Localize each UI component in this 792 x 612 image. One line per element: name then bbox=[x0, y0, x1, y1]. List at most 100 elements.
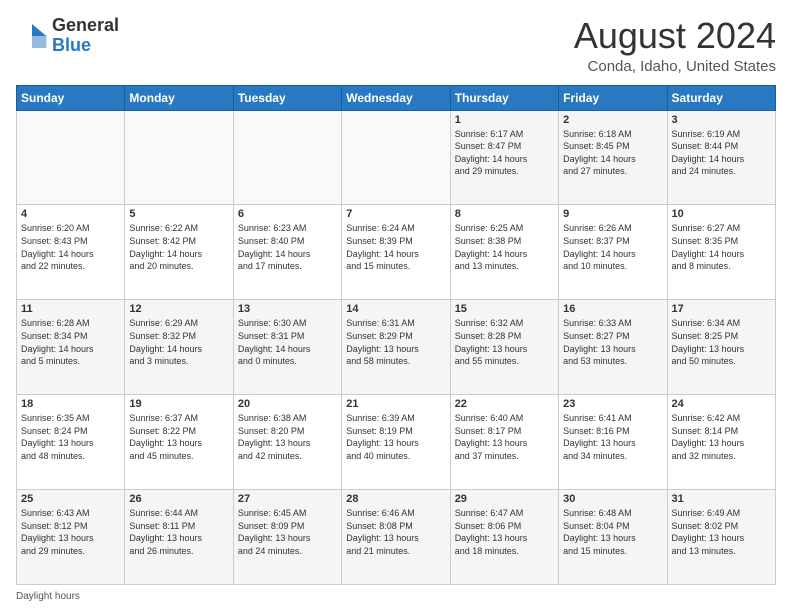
day-number: 26 bbox=[129, 493, 228, 505]
calendar-week-1: 1 Sunrise: 6:17 AMSunset: 8:47 PMDaylight… bbox=[17, 110, 776, 205]
main-title: August 2024 bbox=[574, 16, 776, 56]
col-saturday: Saturday bbox=[667, 85, 775, 110]
col-thursday: Thursday bbox=[450, 85, 558, 110]
logo: General Blue bbox=[16, 16, 119, 56]
day-number: 25 bbox=[21, 493, 120, 505]
calendar-cell: 25 Sunrise: 6:43 AMSunset: 8:12 PMDayligh… bbox=[17, 490, 125, 585]
day-info: Sunrise: 6:39 AMSunset: 8:19 PMDaylight:… bbox=[346, 412, 445, 462]
day-info: Sunrise: 6:23 AMSunset: 8:40 PMDaylight:… bbox=[238, 222, 337, 272]
calendar-week-2: 4 Sunrise: 6:20 AMSunset: 8:43 PMDaylight… bbox=[17, 205, 776, 300]
day-info: Sunrise: 6:18 AMSunset: 8:45 PMDaylight:… bbox=[563, 128, 662, 178]
day-number: 2 bbox=[563, 114, 662, 126]
calendar-week-5: 25 Sunrise: 6:43 AMSunset: 8:12 PMDayligh… bbox=[17, 490, 776, 585]
day-info: Sunrise: 6:27 AMSunset: 8:35 PMDaylight:… bbox=[672, 222, 771, 272]
day-info: Sunrise: 6:41 AMSunset: 8:16 PMDaylight:… bbox=[563, 412, 662, 462]
day-info: Sunrise: 6:17 AMSunset: 8:47 PMDaylight:… bbox=[455, 128, 554, 178]
day-info: Sunrise: 6:43 AMSunset: 8:12 PMDaylight:… bbox=[21, 507, 120, 557]
col-monday: Monday bbox=[125, 85, 233, 110]
day-info: Sunrise: 6:37 AMSunset: 8:22 PMDaylight:… bbox=[129, 412, 228, 462]
day-number: 8 bbox=[455, 208, 554, 220]
col-wednesday: Wednesday bbox=[342, 85, 450, 110]
calendar-cell bbox=[17, 110, 125, 205]
day-info: Sunrise: 6:24 AMSunset: 8:39 PMDaylight:… bbox=[346, 222, 445, 272]
day-info: Sunrise: 6:48 AMSunset: 8:04 PMDaylight:… bbox=[563, 507, 662, 557]
day-info: Sunrise: 6:45 AMSunset: 8:09 PMDaylight:… bbox=[238, 507, 337, 557]
day-number: 22 bbox=[455, 398, 554, 410]
logo-text: General Blue bbox=[52, 16, 119, 56]
day-number: 11 bbox=[21, 303, 120, 315]
calendar-cell bbox=[233, 110, 341, 205]
day-number: 13 bbox=[238, 303, 337, 315]
calendar-cell: 5Sunrise: 6:22 AMSunset: 8:42 PMDaylight… bbox=[125, 205, 233, 300]
day-info: Sunrise: 6:35 AMSunset: 8:24 PMDaylight:… bbox=[21, 412, 120, 462]
calendar-cell: 3 Sunrise: 6:19 AMSunset: 8:44 PMDaylight… bbox=[667, 110, 775, 205]
calendar-cell: 12Sunrise: 6:29 AMSunset: 8:32 PMDayligh… bbox=[125, 300, 233, 395]
day-info: Sunrise: 6:40 AMSunset: 8:17 PMDaylight:… bbox=[455, 412, 554, 462]
calendar-header: Sunday Monday Tuesday Wednesday Thursday… bbox=[17, 85, 776, 110]
day-number: 4 bbox=[21, 208, 120, 220]
calendar-cell: 23Sunrise: 6:41 AMSunset: 8:16 PMDayligh… bbox=[559, 395, 667, 490]
calendar-cell: 4 Sunrise: 6:20 AMSunset: 8:43 PMDaylight… bbox=[17, 205, 125, 300]
day-number: 15 bbox=[455, 303, 554, 315]
calendar-cell: 16 Sunrise: 6:33 AMSunset: 8:27 PMDayligh… bbox=[559, 300, 667, 395]
calendar-cell: 29 Sunrise: 6:47 AMSunset: 8:06 PMDayligh… bbox=[450, 490, 558, 585]
day-info: Sunrise: 6:49 AMSunset: 8:02 PMDaylight:… bbox=[672, 507, 771, 557]
calendar-cell: 18 Sunrise: 6:35 AMSunset: 8:24 PMDayligh… bbox=[17, 395, 125, 490]
day-info: Sunrise: 6:44 AMSunset: 8:11 PMDaylight:… bbox=[129, 507, 228, 557]
day-number: 7 bbox=[346, 208, 445, 220]
day-info: Sunrise: 6:33 AMSunset: 8:27 PMDaylight:… bbox=[563, 317, 662, 367]
col-tuesday: Tuesday bbox=[233, 85, 341, 110]
col-sunday: Sunday bbox=[17, 85, 125, 110]
day-number: 16 bbox=[563, 303, 662, 315]
day-number: 24 bbox=[672, 398, 771, 410]
day-info: Sunrise: 6:26 AMSunset: 8:37 PMDaylight:… bbox=[563, 222, 662, 272]
calendar-cell: 17Sunrise: 6:34 AMSunset: 8:25 PMDayligh… bbox=[667, 300, 775, 395]
day-number: 18 bbox=[21, 398, 120, 410]
calendar-cell bbox=[342, 110, 450, 205]
calendar-cell: 10 Sunrise: 6:27 AMSunset: 8:35 PMDayligh… bbox=[667, 205, 775, 300]
calendar-cell: 31 Sunrise: 6:49 AMSunset: 8:02 PMDayligh… bbox=[667, 490, 775, 585]
header-row: Sunday Monday Tuesday Wednesday Thursday… bbox=[17, 85, 776, 110]
calendar-cell: 1 Sunrise: 6:17 AMSunset: 8:47 PMDaylight… bbox=[450, 110, 558, 205]
day-number: 3 bbox=[672, 114, 771, 126]
day-info: Sunrise: 6:28 AMSunset: 8:34 PMDaylight:… bbox=[21, 317, 120, 367]
day-info: Sunrise: 6:38 AMSunset: 8:20 PMDaylight:… bbox=[238, 412, 337, 462]
calendar-week-4: 18 Sunrise: 6:35 AMSunset: 8:24 PMDayligh… bbox=[17, 395, 776, 490]
day-number: 27 bbox=[238, 493, 337, 505]
calendar-cell: 28 Sunrise: 6:46 AMSunset: 8:08 PMDayligh… bbox=[342, 490, 450, 585]
day-info: Sunrise: 6:32 AMSunset: 8:28 PMDaylight:… bbox=[455, 317, 554, 367]
day-info: Sunrise: 6:25 AMSunset: 8:38 PMDaylight:… bbox=[455, 222, 554, 272]
footer: Daylight hours bbox=[16, 591, 776, 602]
day-info: Sunrise: 6:19 AMSunset: 8:44 PMDaylight:… bbox=[672, 128, 771, 178]
calendar-cell: 2 Sunrise: 6:18 AMSunset: 8:45 PMDaylight… bbox=[559, 110, 667, 205]
day-number: 1 bbox=[455, 114, 554, 126]
day-number: 29 bbox=[455, 493, 554, 505]
day-number: 30 bbox=[563, 493, 662, 505]
calendar-cell: 14Sunrise: 6:31 AMSunset: 8:29 PMDayligh… bbox=[342, 300, 450, 395]
day-info: Sunrise: 6:46 AMSunset: 8:08 PMDaylight:… bbox=[346, 507, 445, 557]
day-number: 21 bbox=[346, 398, 445, 410]
calendar-week-3: 11 Sunrise: 6:28 AMSunset: 8:34 PMDayligh… bbox=[17, 300, 776, 395]
calendar-table: Sunday Monday Tuesday Wednesday Thursday… bbox=[16, 85, 776, 585]
day-info: Sunrise: 6:20 AMSunset: 8:43 PMDaylight:… bbox=[21, 222, 120, 272]
calendar-cell: 15 Sunrise: 6:32 AMSunset: 8:28 PMDayligh… bbox=[450, 300, 558, 395]
calendar-cell: 9 Sunrise: 6:26 AMSunset: 8:37 PMDaylight… bbox=[559, 205, 667, 300]
footer-text: Daylight hours bbox=[16, 591, 80, 602]
calendar-cell: 24Sunrise: 6:42 AMSunset: 8:14 PMDayligh… bbox=[667, 395, 775, 490]
calendar-cell: 20Sunrise: 6:38 AMSunset: 8:20 PMDayligh… bbox=[233, 395, 341, 490]
day-number: 19 bbox=[129, 398, 228, 410]
col-friday: Friday bbox=[559, 85, 667, 110]
day-info: Sunrise: 6:29 AMSunset: 8:32 PMDaylight:… bbox=[129, 317, 228, 367]
calendar-cell: 8 Sunrise: 6:25 AMSunset: 8:38 PMDaylight… bbox=[450, 205, 558, 300]
day-info: Sunrise: 6:47 AMSunset: 8:06 PMDaylight:… bbox=[455, 507, 554, 557]
page: General Blue August 2024 Conda, Idaho, U… bbox=[0, 0, 792, 612]
calendar-body: 1 Sunrise: 6:17 AMSunset: 8:47 PMDaylight… bbox=[17, 110, 776, 584]
calendar-cell: 21 Sunrise: 6:39 AMSunset: 8:19 PMDayligh… bbox=[342, 395, 450, 490]
calendar-cell: 30 Sunrise: 6:48 AMSunset: 8:04 PMDayligh… bbox=[559, 490, 667, 585]
day-number: 31 bbox=[672, 493, 771, 505]
day-info: Sunrise: 6:30 AMSunset: 8:31 PMDaylight:… bbox=[238, 317, 337, 367]
day-number: 10 bbox=[672, 208, 771, 220]
calendar-cell: 19 Sunrise: 6:37 AMSunset: 8:22 PMDayligh… bbox=[125, 395, 233, 490]
day-number: 9 bbox=[563, 208, 662, 220]
day-number: 28 bbox=[346, 493, 445, 505]
